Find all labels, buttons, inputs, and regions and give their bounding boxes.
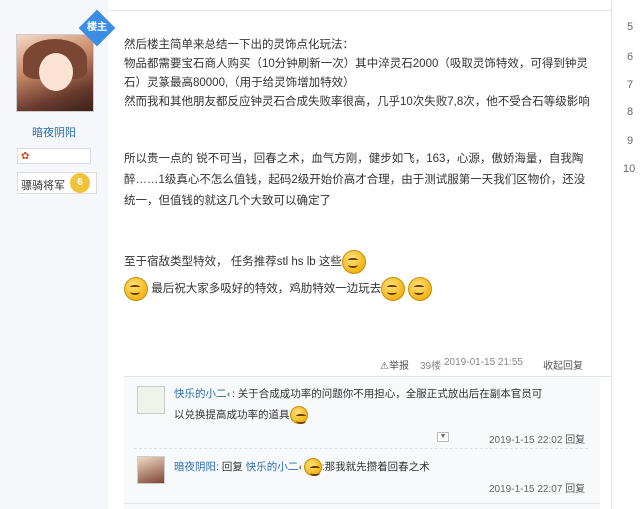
page-number[interactable]: 10: [623, 163, 635, 175]
laughing-smiley-icon: [408, 276, 433, 301]
page-number[interactable]: 5: [627, 21, 633, 33]
comment-user[interactable]: 暗夜阴阳: [174, 461, 216, 473]
comment-reply-word: : 回复: [216, 461, 246, 473]
post-line: 最后祝大家多吸好的特效，鸡肋特效一边玩去: [151, 283, 382, 295]
comment-body: 快乐的小二◐: 关于合成成功率的问题你不用担心，全服正式放出后在副本官员可 以兑…: [174, 385, 542, 425]
author-name[interactable]: 暗夜阴阳: [0, 124, 108, 140]
comment-avatar[interactable]: [137, 386, 165, 414]
original-poster-badge: 楼主: [78, 9, 116, 47]
post-line: 物品都需要宝石商人购买（10分钟刷新一次）其中淬灵石2000（吸取灵饰特效，可得…: [124, 58, 588, 70]
comment-meta: 2019-1-15 22:07 回复: [489, 480, 585, 495]
comment-text: :那我就先攒着回春之术: [321, 461, 430, 473]
post-line: 醉……1级真心不怎么值钱，起码2级开始价高才合理，由于测试服第一天我们区物价，还…: [124, 174, 586, 186]
smiley-icon: [303, 458, 322, 477]
comment-body: 暗夜阴阳: 回复 快乐的小二◐ :那我就先攒着回春之术: [174, 458, 430, 477]
page-number[interactable]: 8: [627, 106, 633, 118]
post-actions: ⚠举报 39楼 2019-01-15 21:55 收起回复: [380, 357, 600, 372]
top-divider: [108, 0, 612, 11]
smiley-icon: [124, 276, 148, 301]
report-icon: ⚠: [380, 361, 389, 372]
chevron-down-icon[interactable]: ▼: [437, 432, 449, 442]
post-line: 石）灵篆最高80000,（用于给灵饰增加特效）: [124, 77, 355, 89]
post-line: 然而我和其他朋友都反应钟灵石合成失败率很高，几乎10次失败7,8次，他不受合石等…: [124, 96, 590, 108]
comment-time: 2019-1-15 22:07: [489, 484, 563, 495]
page-number[interactable]: 6: [627, 51, 633, 63]
comment-reply-link[interactable]: 回复: [565, 484, 585, 495]
floor-number: 39楼: [420, 361, 442, 372]
page-number[interactable]: 9: [627, 135, 633, 147]
avatar-face: [39, 53, 73, 91]
badge-label: 楼主: [87, 22, 107, 33]
right-page-numbers: 5 6 7 8 9 10: [612, 0, 640, 509]
comment-text: 以兑换提高成功率的道具: [174, 409, 290, 421]
medal-icon: ✿: [21, 151, 30, 162]
page-number[interactable]: 7: [627, 79, 633, 91]
smiley-icon: [381, 276, 406, 301]
post-line: 统一，但值钱的就这几个大致可以确定了: [124, 195, 331, 207]
post-line: 所以贵一点的 锐不可当，回春之术，血气方刚，健步如飞，163，心源，傲娇海量，自…: [124, 153, 584, 165]
reply-to-user[interactable]: 快乐的小二: [246, 461, 299, 473]
post-line: 然后楼主简单来总结一下出的灵饰点化玩法：: [124, 39, 354, 51]
post-time: 2019-01-15 21:55: [444, 357, 523, 368]
smiley-icon: [341, 249, 366, 274]
user-icon: ◐: [298, 462, 304, 472]
comment-user[interactable]: 快乐的小二: [174, 388, 227, 400]
rank-level-star-icon: 6: [70, 173, 90, 193]
comment-avatar[interactable]: [137, 456, 165, 484]
collapse-replies-link[interactable]: 收起回复: [543, 357, 583, 372]
comment-divider: [134, 448, 588, 450]
post-content: 然后楼主简单来总结一下出的灵饰点化玩法： 物品都需要宝石商人购买（10分钟刷新一…: [124, 36, 604, 303]
comment-text: : 关于合成成功率的问题你不用担心，全服正式放出后在副本官员可: [231, 388, 543, 400]
smiley-icon: [289, 406, 308, 425]
comment-reply-link[interactable]: 回复: [565, 435, 585, 446]
rank-title: 骠骑将军: [21, 180, 65, 192]
comment-meta: 2019-1-15 22:02 回复: [489, 431, 585, 446]
medal-box: ✿: [17, 148, 91, 164]
post-line: 至于宿敌类型特效， 任务推荐stl hs lb 这些: [124, 256, 342, 268]
bottom-divider: [124, 503, 600, 504]
author-avatar[interactable]: [16, 34, 94, 112]
report-link[interactable]: ⚠举报: [380, 357, 409, 372]
rank-box: 骠骑将军 6: [17, 172, 97, 194]
comment-time: 2019-1-15 22:02: [489, 435, 563, 446]
report-label: 举报: [388, 361, 409, 372]
